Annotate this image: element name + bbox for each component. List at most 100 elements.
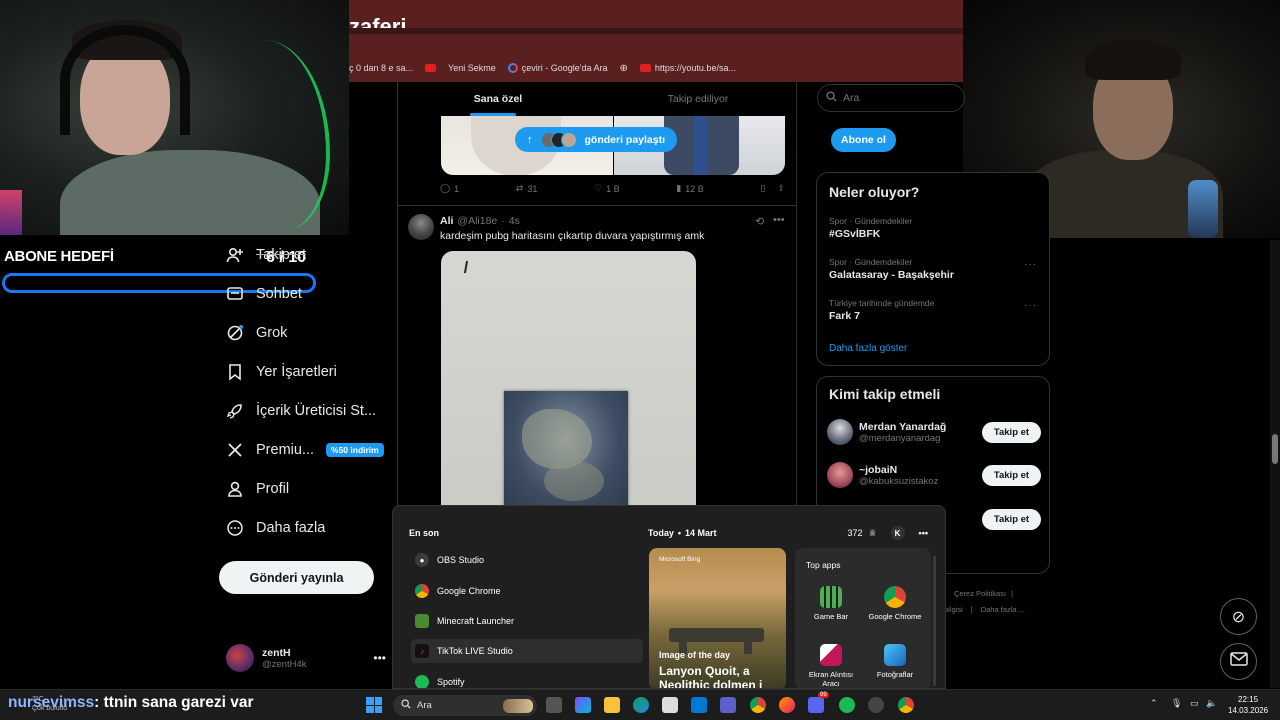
store-icon[interactable]	[662, 697, 678, 713]
tweet-time[interactable]: 4s	[509, 215, 520, 227]
profile-handle: @zentH4k	[262, 658, 307, 670]
follow-suggestion[interactable]: Merdan Yanardağ @merdanyanardag Takip et	[827, 419, 1041, 445]
mail-app-icon[interactable]	[691, 697, 707, 713]
copilot-icon[interactable]	[575, 697, 591, 713]
nav-item-chat[interactable]: Sohbet	[226, 285, 302, 303]
footer-link[interactable]: bilgisi	[944, 605, 963, 614]
repost-button[interactable]: ⇄ 31	[516, 183, 538, 194]
rewards-points[interactable]: 372	[847, 528, 862, 538]
show-more-link[interactable]: Daha fazla göster	[829, 343, 907, 354]
recent-app-item[interactable]: ● OBS Studio	[411, 548, 643, 572]
scrollbar-thumb[interactable]	[1272, 434, 1278, 464]
teams-icon[interactable]	[720, 697, 736, 713]
post-button[interactable]: Gönderi yayınla	[219, 561, 374, 594]
bookmark-item[interactable]: Yeni Sekme	[448, 63, 496, 73]
views-button[interactable]: ▮ 12 B	[676, 183, 703, 194]
tab-following[interactable]: Takip ediliyor	[598, 82, 796, 116]
tweet-author-name[interactable]: Ali	[440, 215, 453, 227]
discord-icon[interactable]	[808, 697, 824, 713]
user-avatar[interactable]: K	[890, 526, 905, 540]
bookmark-item[interactable]: https://youtu.be/sa...	[639, 63, 736, 73]
mail-icon	[1229, 652, 1248, 671]
volume-icon[interactable]: 🔈	[1206, 698, 1217, 709]
tab-for-you[interactable]: Sana özel	[398, 82, 598, 116]
more-options-icon[interactable]: •••	[373, 651, 386, 665]
more-options-icon[interactable]: •••	[919, 528, 928, 538]
reply-button[interactable]: ◯ 1	[440, 183, 459, 194]
recent-app-item[interactable]: Minecraft Launcher	[411, 609, 643, 633]
card-title: Kimi takip etmeli	[829, 386, 941, 402]
bookmark-item[interactable]: ç 0 dan 8 e sa...	[349, 63, 413, 73]
taskbar-search-input[interactable]: Ara	[393, 695, 537, 716]
microphone-icon[interactable]: 🎙	[1171, 698, 1182, 709]
recent-app-item[interactable]: Spotify	[411, 670, 643, 688]
tray-overflow-icon[interactable]: ⌃	[1150, 698, 1158, 709]
top-app-item[interactable]: Google Chrome	[865, 586, 925, 621]
tweet-media[interactable]	[441, 251, 696, 511]
firefox-icon[interactable]	[779, 697, 795, 713]
trend-item[interactable]: Fark 7	[829, 310, 860, 322]
follow-suggestion[interactable]: ~jobaiN @kabuksuzistakoz Takip et	[827, 462, 1041, 488]
suggestion-name: ~jobaiN	[859, 463, 898, 476]
rocket-icon	[226, 402, 244, 420]
footer-link[interactable]: Daha fazla ...	[981, 605, 1025, 614]
nav-item-creator-studio[interactable]: İçerik Üreticisi St...	[226, 402, 376, 420]
clock[interactable]: 22:15 14.03.2026	[1228, 694, 1268, 716]
edge-icon[interactable]	[633, 697, 649, 713]
chrome-profile-icon[interactable]	[898, 697, 914, 713]
footer-link[interactable]: Çerez Politikası	[954, 589, 1006, 598]
news-card[interactable]: Microsoft Bing Image of the day Lanyon Q…	[649, 548, 786, 688]
grok-button[interactable]: ⊘	[1220, 598, 1257, 635]
recent-app-item[interactable]: Google Chrome	[411, 579, 643, 603]
nav-item-profile[interactable]: Profil	[226, 480, 289, 498]
top-apps-widget: Top apps Game Bar Google Chrome Ekran Al…	[795, 548, 936, 688]
top-app-item[interactable]: Game Bar	[801, 586, 861, 621]
follow-button[interactable]: Takip et	[982, 464, 1041, 486]
scrollbar[interactable]	[1270, 240, 1280, 688]
recent-app-item[interactable]: ♪ TikTok LIVE Studio	[411, 639, 643, 663]
trends-card: Neler oluyor? Spor · Gündemdekiler #GSvİ…	[816, 172, 1050, 366]
bookmark-item[interactable]: ⊕	[620, 63, 628, 74]
bookmark-icon	[226, 363, 244, 381]
network-icon[interactable]: ▭	[1190, 698, 1199, 709]
nav-item-follow[interactable]: Takip et	[226, 246, 306, 264]
bookmark-item[interactable]	[425, 64, 437, 72]
follow-button[interactable]: Takip et	[982, 508, 1041, 530]
account-switcher[interactable]: zentH @zentH4k •••	[226, 644, 386, 672]
task-view-icon[interactable]	[546, 697, 562, 713]
share-icon[interactable]: ⇪	[777, 183, 785, 194]
webcam-left	[0, 0, 349, 235]
tweet-header: Ali @Ali18e · 4s	[440, 215, 520, 227]
grok-icon[interactable]: ⟲	[755, 215, 764, 228]
nav-item-grok[interactable]: Grok	[226, 324, 287, 342]
follow-button[interactable]: Takip et	[982, 421, 1041, 443]
like-button[interactable]: ♡ 1 B	[594, 183, 620, 194]
new-posts-pill[interactable]: ↑ gönderi paylaştı	[515, 127, 677, 152]
top-app-item[interactable]: Ekran Alıntısı Aracı	[801, 644, 861, 688]
widget-scrollbar[interactable]	[933, 556, 936, 686]
search-icon	[826, 91, 837, 105]
file-explorer-icon[interactable]	[604, 697, 620, 713]
subscribe-button[interactable]: Abone ol	[831, 128, 896, 152]
search-input[interactable]: Ara	[817, 84, 965, 112]
messages-button[interactable]	[1220, 643, 1257, 680]
trend-item[interactable]: #GSvİBFK	[829, 228, 880, 240]
repost-icon: ⇄	[515, 183, 524, 193]
avatar[interactable]	[408, 214, 434, 240]
top-app-item[interactable]: Fotoğraflar	[865, 644, 925, 679]
nav-item-more[interactable]: Daha fazla	[226, 519, 325, 537]
tweet-author-handle[interactable]: @Ali18e	[457, 215, 497, 227]
more-options-icon[interactable]: •••	[773, 214, 785, 226]
bookmark-item[interactable]: çeviri - Google'da Ara	[507, 63, 608, 73]
bookmark-icon[interactable]: ▯	[760, 183, 765, 194]
more-options-icon[interactable]: ···	[1024, 300, 1037, 311]
chrome-icon[interactable]	[750, 697, 766, 713]
obs-icon[interactable]	[868, 697, 884, 713]
windows-start-button[interactable]	[366, 697, 382, 713]
nav-item-bookmarks[interactable]: Yer İşaretleri	[226, 363, 337, 381]
trend-item[interactable]: Galatasaray - Başakşehir	[829, 269, 954, 281]
more-options-icon[interactable]: ···	[1024, 259, 1037, 270]
spotify-icon[interactable]	[839, 697, 855, 713]
windows-logo-icon	[366, 705, 374, 713]
nav-item-premium[interactable]: Premiu... %50 indirim	[226, 441, 384, 459]
